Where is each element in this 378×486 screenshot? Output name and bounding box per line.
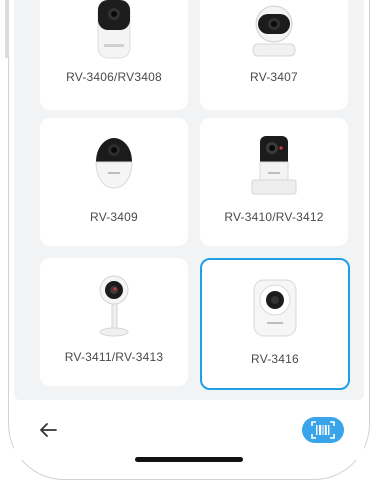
device-label: RV-3411/RV-3413: [64, 350, 164, 364]
device-card-rv-3407[interactable]: RV-3407: [200, 0, 348, 110]
device-grid: RV-3406/RV3408 RV-3407 RV-3409 RV-3410/R…: [14, 0, 364, 400]
arrow-left-icon[interactable]: [36, 418, 60, 442]
barcode-scan-button[interactable]: [302, 417, 344, 443]
device-label: RV-3409: [90, 210, 138, 224]
device-label: RV-3416: [251, 352, 299, 366]
app-page: RV-3406/RV3408 RV-3407 RV-3409 RV-3410/R…: [0, 0, 378, 486]
device-label: RV-3407: [250, 70, 298, 84]
camera-pan-tilt-white-icon: [253, 279, 297, 337]
camera-dome-icon: [95, 138, 133, 189]
device-card-rv-3406[interactable]: RV-3406/RV3408: [40, 0, 188, 110]
camera-stick-icon: [99, 275, 129, 337]
device-card-rv-3409[interactable]: RV-3409: [40, 118, 188, 246]
device-label: RV-3410/RV-3412: [224, 210, 324, 224]
home-indicator: [135, 457, 243, 462]
barcode-scan-icon: [311, 421, 335, 439]
phone-side-button: [5, 0, 9, 58]
device-label: RV-3406/RV3408: [66, 70, 162, 84]
device-card-rv-3410[interactable]: RV-3410/RV-3412: [200, 118, 348, 246]
device-card-rv-3411[interactable]: RV-3411/RV-3413: [40, 258, 188, 386]
camera-cube-icon: [251, 136, 297, 195]
device-card-rv-3416[interactable]: RV-3416: [200, 258, 350, 390]
camera-pan-tilt-icon: [241, 0, 307, 64]
camera-tall-icon: [97, 0, 131, 59]
